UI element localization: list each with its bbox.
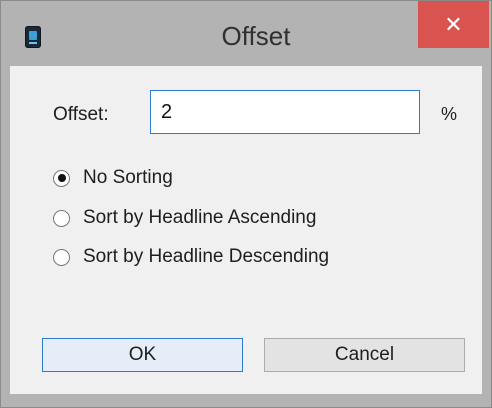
- radio-sort-descending[interactable]: Sort by Headline Descending: [53, 245, 329, 269]
- app-icon: [25, 26, 41, 48]
- radio-sort-ascending[interactable]: Sort by Headline Ascending: [53, 206, 316, 230]
- radio-button[interactable]: [53, 209, 70, 227]
- offset-input[interactable]: [150, 90, 420, 134]
- app-icon-base: [29, 42, 37, 44]
- ok-button[interactable]: OK: [42, 338, 243, 372]
- percent-label: %: [441, 104, 458, 124]
- radio-button[interactable]: [53, 169, 70, 187]
- radio-selected-dot: [57, 174, 66, 182]
- radio-no-sorting[interactable]: No Sorting: [53, 166, 173, 190]
- app-icon-screen: [29, 31, 37, 40]
- radio-label: Sort by Headline Descending: [83, 246, 330, 267]
- window-title: Offset: [221, 21, 291, 51]
- radio-button[interactable]: [53, 248, 70, 266]
- close-button[interactable]: ✕: [418, 1, 489, 48]
- cancel-button[interactable]: Cancel: [264, 338, 465, 372]
- offset-dialog: Offset ✕ Offset: % No Sorting Sort by He…: [0, 0, 492, 408]
- title-bar: Offset ✕: [1, 1, 491, 65]
- radio-label: Sort by Headline Ascending: [83, 207, 317, 228]
- dialog-content: Offset: % No Sorting Sort by Headline As…: [10, 66, 482, 394]
- close-icon: ✕: [444, 12, 463, 37]
- offset-label: Offset:: [53, 104, 109, 125]
- radio-label: No Sorting: [83, 167, 173, 188]
